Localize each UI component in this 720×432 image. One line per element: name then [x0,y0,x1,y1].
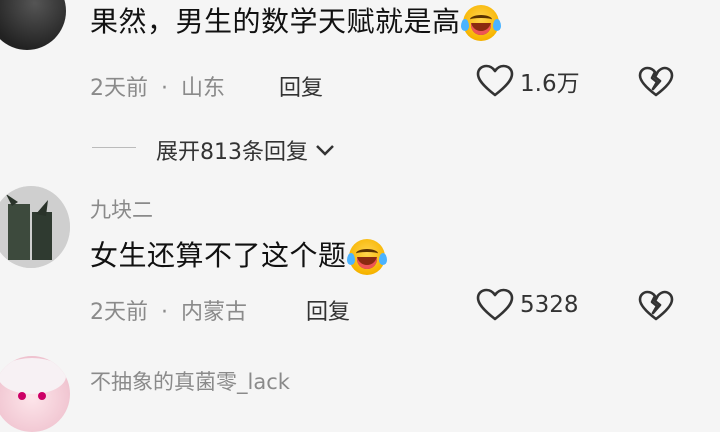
crying-laughing-emoji-icon [346,239,387,275]
comment-2-like-count: 5328 [520,292,579,318]
crying-laughing-emoji-icon [460,5,501,41]
comment-2-text-content: 女生还算不了这个题 [90,239,347,272]
comment-1-meta: 2天前 · 山东 [90,70,225,102]
meta-separator: · [161,76,168,101]
broken-heart-icon [638,290,674,321]
comment-2-username[interactable]: 九块二 [90,194,153,224]
avatar-image [0,358,66,400]
comment-1-like-count: 1.6万 [520,71,580,97]
avatar-commenter-2[interactable] [0,186,70,268]
expand-replies-button[interactable]: 展开813条回复 [156,134,336,166]
avatar-commenter-3[interactable] [0,356,70,432]
comment-1-location: 山东 [181,76,226,101]
comment-3-username[interactable]: 不抽象的真菌零_lack [90,366,290,396]
broken-heart-icon [638,66,674,97]
meta-separator: · [161,300,168,325]
comment-1-like-button[interactable]: 1.6万 [476,64,580,98]
avatar-image [0,186,70,268]
comment-1-reply-button[interactable]: 回复 [279,70,323,102]
comment-2-location: 内蒙古 [181,300,248,325]
chevron-down-icon [316,145,334,156]
comment-1-text: 果然，男生的数学天赋就是高 [90,4,501,41]
comment-2-like-button[interactable]: 5328 [476,288,579,322]
comment-1-dislike-button[interactable] [638,66,674,102]
avatar-commenter-1[interactable] [0,0,66,50]
comment-1-text-content: 果然，男生的数学天赋就是高 [90,5,461,38]
comment-2-text: 女生还算不了这个题 [90,238,387,275]
heart-outline-icon [476,288,514,321]
heart-outline-icon [476,64,514,97]
comment-2-reply-button[interactable]: 回复 [306,294,350,326]
expand-replies-label: 展开813条回复 [156,140,308,165]
expand-divider-line [92,147,136,148]
comment-2-dislike-button[interactable] [638,290,674,326]
comment-2-date: 2天前 [90,300,148,325]
comment-1-date: 2天前 [90,76,148,101]
comment-2-meta: 2天前 · 内蒙古 [90,294,247,326]
